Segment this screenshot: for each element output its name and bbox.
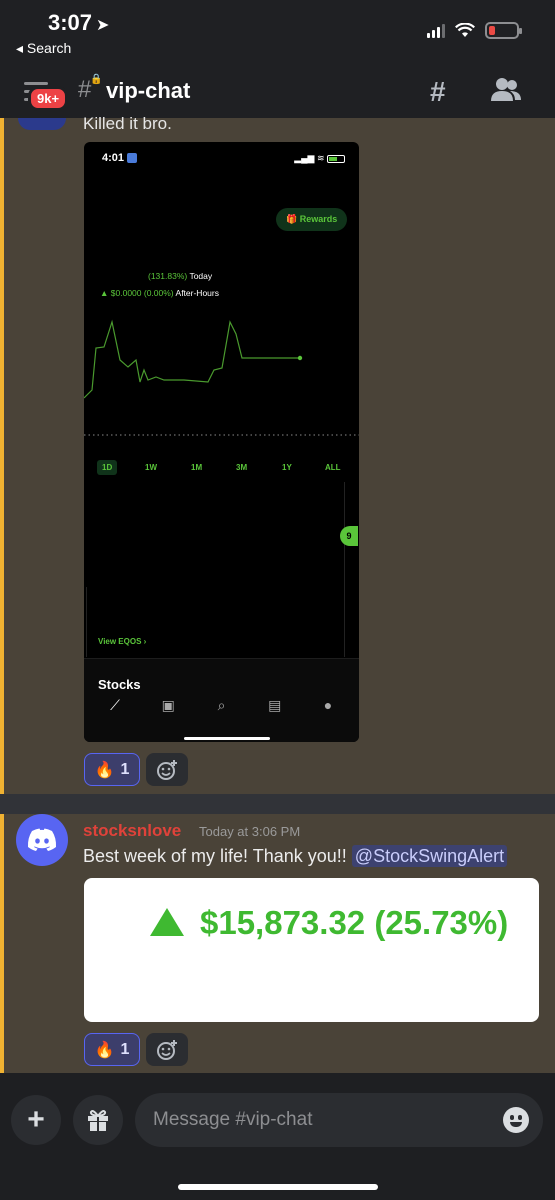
gift-button[interactable] <box>73 1095 123 1145</box>
mention-highlight-bar <box>0 118 4 794</box>
message-body: Best week of my life! Thank you!! <box>83 846 352 866</box>
scroll-edge <box>344 482 345 657</box>
location-arrow-icon: ➤ <box>96 17 110 34</box>
gift-icon <box>88 1110 108 1131</box>
fire-icon: 🔥 <box>94 1041 115 1059</box>
price-line <box>84 319 300 399</box>
range-1m: 1M <box>191 463 203 472</box>
wifi-icon <box>455 23 475 37</box>
add-reaction-button[interactable] <box>146 1033 188 1066</box>
home-indicator <box>184 737 270 740</box>
image-attachment[interactable]: 4:01 ▂▄▆ ≋ 🎁 Rewards (131.83%) Today ▲ $… <box>84 142 359 742</box>
wallet-tab-icon: ▣ <box>161 697 175 713</box>
range-3m: 3M <box>236 463 248 472</box>
back-to-search-link[interactable]: ◂ Search <box>16 40 71 57</box>
messages-tab-icon: ▤ <box>268 697 282 713</box>
location-icon <box>127 153 138 164</box>
fire-reaction[interactable]: 🔥 1 <box>84 1033 140 1066</box>
list-indicator-pill: 9 <box>340 526 358 546</box>
emoji-icon[interactable] <box>503 1107 529 1133</box>
cellular-signal-icon <box>427 23 445 38</box>
today-change: (131.83%) Today <box>148 271 213 281</box>
lock-icon: 🔒 <box>90 74 103 85</box>
battery-icon <box>485 22 522 39</box>
gain-image-attachment[interactable]: $15,873.32 (25.73%) <box>84 878 539 1022</box>
range-1d: 1D <box>97 460 118 475</box>
message-timestamp: Today at 3:06 PM <box>199 824 301 839</box>
attachment-status-time: 4:01 <box>102 152 138 164</box>
fire-reaction[interactable]: 🔥 1 <box>84 753 140 786</box>
rewards-button: 🎁 Rewards <box>276 208 348 231</box>
home-indicator <box>178 1184 378 1190</box>
threads-icon[interactable]: # <box>430 76 446 108</box>
reaction-count: 1 <box>120 760 130 778</box>
range-all: ALL <box>325 463 341 472</box>
stocks-panel: Stocks ⟋ ▣ ⌕ ▤ ● <box>84 658 359 742</box>
after-hours-change: ▲ $0.0000 (0.00%) After-Hours <box>100 288 219 298</box>
chart-tab-icon: ⟋ <box>110 697 120 713</box>
range-1y: 1Y <box>282 463 292 472</box>
channel-title[interactable]: vip-chat <box>106 78 190 104</box>
app-header: 3:07 ➤ ◂ Search 9k+ # 🔒 vip-chat # <box>0 0 555 118</box>
members-icon[interactable] <box>490 76 522 104</box>
fire-icon: 🔥 <box>94 761 115 779</box>
scroll-edge <box>86 587 87 657</box>
view-eqos-link: View EQOS › <box>98 637 147 646</box>
range-selector: 1D 1W 1M 3M 1Y ALL <box>84 460 359 476</box>
username[interactable]: stocksnlove <box>83 821 181 841</box>
message-placeholder: Message #vip-chat <box>153 1109 313 1130</box>
price-endpoint <box>297 355 303 361</box>
message-text: Best week of my life! Thank you!! @Stock… <box>83 845 508 867</box>
account-tab-icon: ● <box>323 697 333 713</box>
range-1w: 1W <box>145 463 157 472</box>
message-text: Killed it bro. <box>83 114 172 133</box>
mention-highlight-bar <box>0 814 4 1073</box>
status-icons <box>427 22 522 39</box>
gain-value: $15,873.32 (25.73%) <box>200 904 509 941</box>
reaction-count: 1 <box>120 1040 130 1058</box>
app-tab-bar: ⟋ ▣ ⌕ ▤ ● <box>104 697 339 714</box>
add-reaction-icon <box>157 759 177 780</box>
notification-badge: 9k+ <box>28 86 69 111</box>
discord-logo-icon <box>27 828 57 851</box>
up-triangle-icon <box>150 908 184 936</box>
user-mention[interactable]: @StockSwingAlert <box>351 845 508 867</box>
battery-icon <box>327 154 345 163</box>
attachment-status-icons: ▂▄▆ ≋ <box>294 153 345 164</box>
status-time: 3:07 ➤ <box>48 10 110 35</box>
attach-button[interactable]: + <box>11 1095 61 1145</box>
add-reaction-button[interactable] <box>146 753 188 786</box>
user-avatar[interactable] <box>18 118 66 130</box>
add-reaction-icon <box>157 1039 177 1060</box>
search-tab-icon: ⌕ <box>217 697 226 713</box>
message-input[interactable]: Message #vip-chat <box>135 1093 543 1147</box>
stock-price-chart <box>84 319 359 436</box>
message-divider <box>0 794 555 814</box>
stocks-heading: Stocks <box>98 677 141 692</box>
user-avatar[interactable] <box>16 814 68 866</box>
plus-icon: + <box>27 1103 45 1136</box>
